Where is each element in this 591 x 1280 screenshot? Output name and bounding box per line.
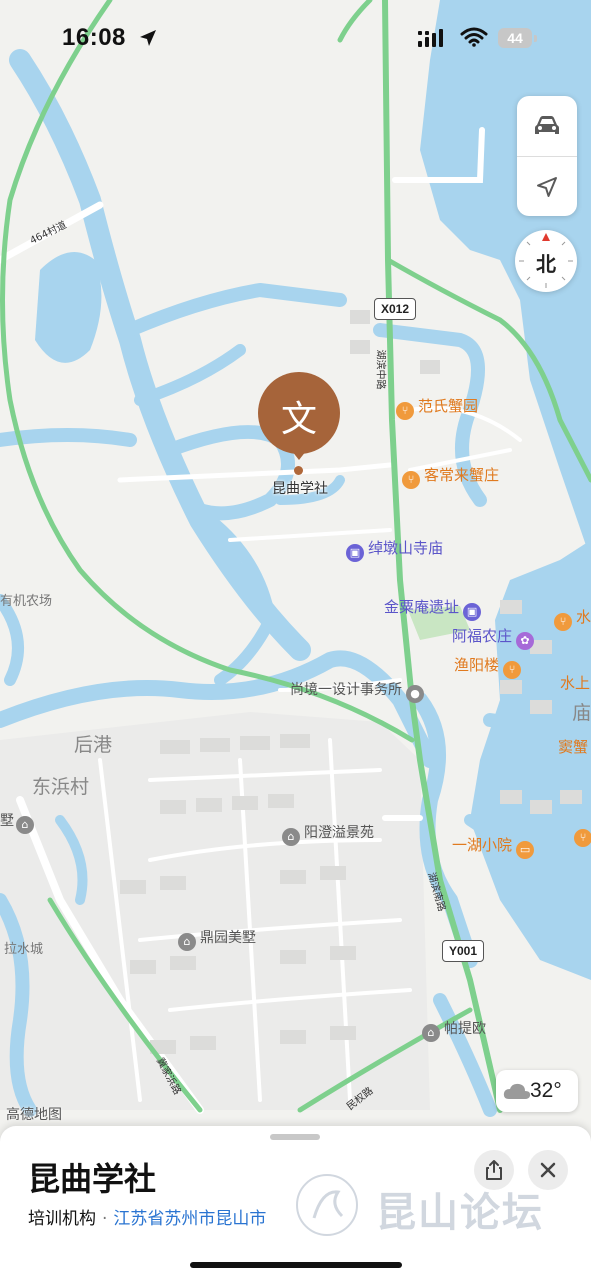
compass-north-label: 北 bbox=[536, 252, 556, 276]
poi-chuodunshan[interactable]: ▣ 绰墩山寺庙 bbox=[346, 537, 443, 562]
drive-mode-button[interactable] bbox=[517, 96, 577, 155]
road-shield-x012: X012 bbox=[374, 298, 417, 320]
poi-yuyang[interactable]: 渔阳楼 ⑂ bbox=[454, 654, 525, 679]
status-time: 16:08 bbox=[62, 24, 126, 51]
restaurant-icon: ⑂ bbox=[554, 613, 572, 631]
place-category: 培训机构 bbox=[28, 1209, 96, 1229]
wifi-icon bbox=[460, 27, 488, 47]
cellular-signal-icon bbox=[418, 29, 443, 47]
battery-icon: 44 bbox=[498, 28, 532, 48]
poi-edge-shui[interactable]: ⑂ 水 bbox=[554, 606, 591, 631]
place-detail-sheet[interactable]: 昆曲学社 培训机构 · 江苏省苏州市昆山市 昆山论坛 bbox=[0, 1126, 591, 1280]
place-title: 昆曲学社 bbox=[28, 1160, 157, 1198]
compass-button[interactable]: 北 bbox=[515, 230, 577, 292]
area-label-hougang: 后港 bbox=[74, 734, 113, 756]
area-label-dongbang: 东浜村 bbox=[32, 776, 90, 798]
battery-level: 44 bbox=[507, 30, 523, 46]
subtitle-separator: · bbox=[102, 1209, 108, 1229]
restaurant-icon: ⑂ bbox=[396, 402, 414, 420]
locate-me-button[interactable] bbox=[517, 157, 577, 216]
residence-icon: ⌂ bbox=[178, 933, 196, 951]
road-shield-y001: Y001 bbox=[442, 940, 485, 962]
forum-watermark: 昆山论坛 bbox=[292, 1170, 582, 1240]
watermark-logo-icon bbox=[296, 1174, 358, 1236]
cloud-icon bbox=[503, 1083, 531, 1099]
residence-icon: ⌂ bbox=[422, 1024, 440, 1042]
restaurant-icon: ⑂ bbox=[503, 661, 522, 679]
poi-jinsuan[interactable]: 金粟庵遗址 ▣ bbox=[384, 596, 485, 621]
business-icon: ● bbox=[406, 685, 424, 703]
residence-icon: ⌂ bbox=[282, 828, 300, 846]
hotel-icon: ▭ bbox=[516, 841, 535, 859]
poi-yangcheng[interactable]: ⌂ 阳澄溢景苑 bbox=[282, 822, 374, 846]
place-address-link[interactable]: 江苏省苏州市昆山市 bbox=[113, 1209, 266, 1229]
marker-location-dot bbox=[294, 466, 303, 475]
poi-fanshi[interactable]: ⑂ 范氏蟹园 bbox=[396, 395, 478, 420]
poi-edge-douxie[interactable]: 窦蟹 bbox=[558, 736, 588, 757]
location-services-icon bbox=[140, 30, 156, 46]
poi-patiou[interactable]: ⌂ 帕提欧 bbox=[422, 1018, 486, 1042]
poi-edge-miao: 庙 bbox=[572, 702, 591, 724]
poi-yihu[interactable]: 一湖小院 ▭ bbox=[452, 834, 538, 859]
weather-temperature: 32° bbox=[530, 1079, 562, 1102]
poi-edge-right[interactable]: ⑂ bbox=[574, 824, 591, 847]
poi-edge-shu[interactable]: 墅 ⌂ bbox=[0, 810, 38, 834]
area-label-farm: 有机农场 bbox=[0, 594, 53, 609]
education-icon: 文 bbox=[280, 399, 317, 440]
area-label-shuicheng: 拉水城 bbox=[4, 942, 44, 957]
road-label-hubin-middle: 湖滨中路 bbox=[374, 349, 386, 390]
poi-dingyuan[interactable]: ⌂ 鼎园美墅 bbox=[178, 927, 256, 951]
place-subtitle: 培训机构 · 江苏省苏州市昆山市 bbox=[28, 1204, 266, 1229]
marker-tip bbox=[288, 446, 310, 460]
sheet-grabber[interactable] bbox=[270, 1134, 320, 1140]
poi-shangjing[interactable]: 尚境一设计事务所 ● bbox=[290, 679, 428, 703]
weather-badge[interactable]: 32° bbox=[496, 1070, 578, 1112]
landmark-icon: ▣ bbox=[463, 603, 482, 621]
location-arrow-icon bbox=[537, 176, 557, 197]
selected-place-label[interactable]: 昆曲学社 bbox=[240, 478, 360, 498]
landmark-icon: ▣ bbox=[346, 544, 364, 562]
restaurant-icon: ⑂ bbox=[574, 829, 591, 847]
residence-icon: ⌂ bbox=[16, 816, 34, 834]
farm-icon: ✿ bbox=[516, 632, 535, 650]
poi-afu[interactable]: 阿福农庄 ✿ bbox=[452, 625, 538, 650]
watermark-text: 昆山论坛 bbox=[376, 1189, 544, 1236]
home-indicator[interactable] bbox=[190, 1262, 402, 1268]
battery-cap bbox=[534, 35, 537, 42]
status-bar: 16:08 44 bbox=[0, 0, 591, 80]
map-controls bbox=[517, 96, 577, 216]
restaurant-icon: ⑂ bbox=[402, 471, 420, 489]
map-provider-logo: 高德地图 bbox=[6, 1107, 62, 1123]
car-icon bbox=[535, 115, 559, 134]
poi-kechanglai[interactable]: ⑂ 客常来蟹庄 bbox=[402, 464, 499, 489]
poi-edge-shuishang[interactable]: 水上 bbox=[560, 672, 590, 693]
